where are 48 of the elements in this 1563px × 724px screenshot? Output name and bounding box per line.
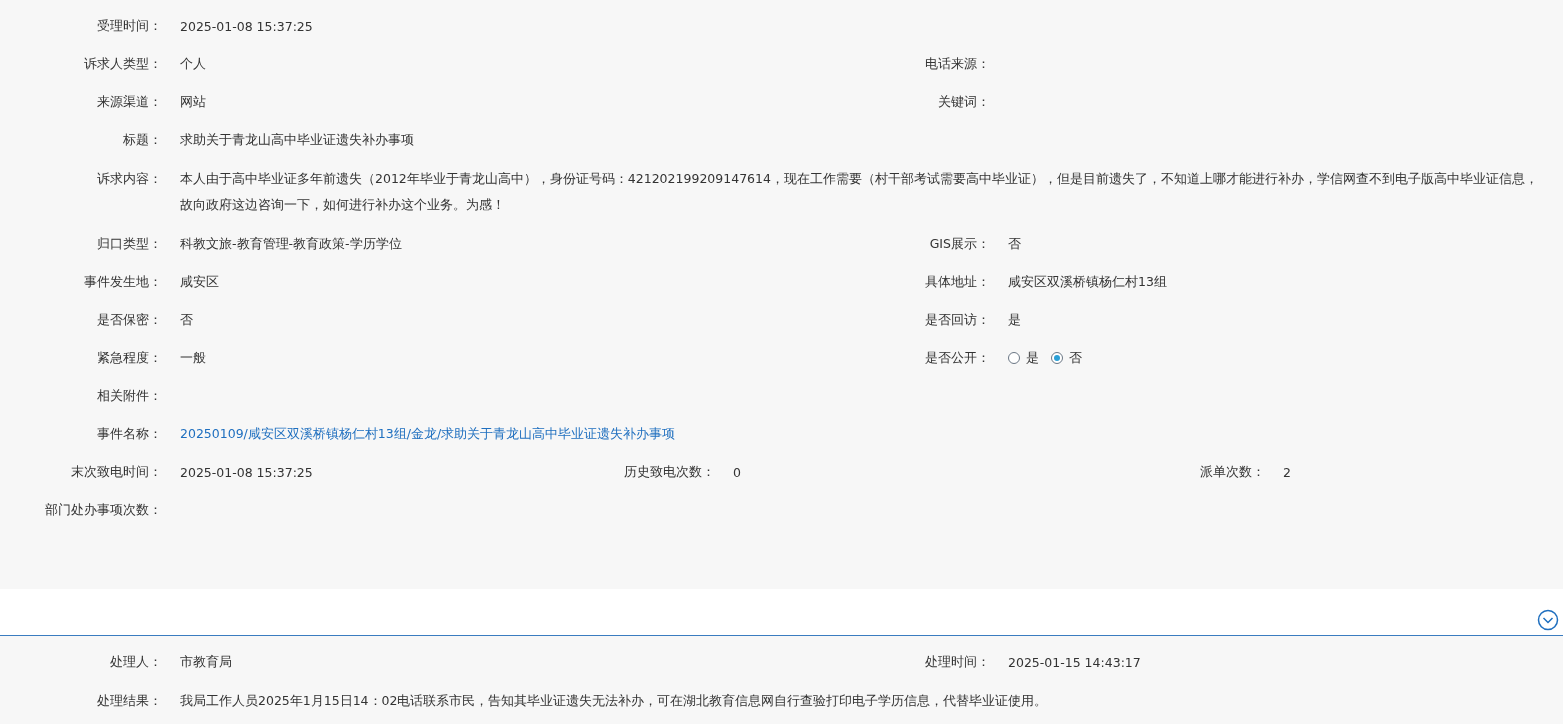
field-label: 诉求内容： <box>97 170 162 188</box>
field-label: 是否回访： <box>925 311 990 329</box>
field-value: 本人由于高中毕业证多年前遗失（2012年毕业于青龙山高中），身份证号码：421202199209147614，现在工作需要（村干部考试需要高中毕业证），但是目前遗失了，不知道上哪才能进行补办，学信网查不到电子版高中毕业证信息，故向政府这边咨询一下，如何进行补办这个业务。为感！ <box>179 170 1539 214</box>
field-value: 我局工作人员2025年1月15日14：02电话联系市民，告知其毕业证遗失无法补办，可在湖北教育信息网自行查验打印电子学历信息，代替毕业证使用。 <box>179 692 1049 710</box>
field-label: 事件发生地： <box>84 273 162 291</box>
field-value: 2025-01-15 14:43:17 <box>1007 654 1141 670</box>
field-label: 末次致电时间： <box>71 463 162 481</box>
field-label: 归口类型： <box>97 235 162 253</box>
field-label: GIS展示： <box>929 235 990 253</box>
field-label: 事件名称： <box>97 425 162 443</box>
field-value: 2 <box>1282 464 1291 480</box>
field-label: 具体地址： <box>925 273 990 291</box>
field-label: 标题： <box>123 131 162 149</box>
radio-label: 否 <box>1069 349 1082 367</box>
field-value: 咸安区双溪桥镇杨仁村13组 <box>1007 273 1167 291</box>
field-label: 紧急程度： <box>97 349 162 367</box>
field-label: 历史致电次数： <box>624 463 715 481</box>
field-label: 处理人： <box>110 653 162 671</box>
collapse-chevron-icon[interactable] <box>1537 609 1559 631</box>
radio-label: 是 <box>1026 349 1039 367</box>
field-label: 相关附件： <box>97 387 162 405</box>
radio-button[interactable] <box>1008 352 1020 364</box>
radio-button[interactable] <box>1051 352 1063 364</box>
field-value: 市教育局 <box>179 653 232 671</box>
field-value: 科教文旅-教育管理-教育政策-学历学位 <box>179 235 402 253</box>
field-label: 处理结果： <box>97 692 162 710</box>
field-value: 否 <box>179 311 193 329</box>
field-value: 2025-01-08 15:37:25 <box>179 464 313 480</box>
field-label: 是否保密： <box>97 311 162 329</box>
field-label: 电话来源： <box>925 55 990 73</box>
field-value: 0 <box>732 464 741 480</box>
field-value: 2025-01-08 15:37:25 <box>179 18 313 34</box>
event-link[interactable]: 20250109/咸安区双溪桥镇杨仁村13组/金龙/求助关于青龙山高中毕业证遗失补办事项 <box>180 425 676 443</box>
field-label: 关键词： <box>938 93 990 111</box>
field-label: 受理时间： <box>97 17 162 35</box>
field-value: 个人 <box>179 55 206 73</box>
field-value: 求助关于青龙山高中毕业证遗失补办事项 <box>179 131 414 149</box>
field-label: 处理时间： <box>925 653 990 671</box>
field-value: 是 <box>1007 311 1021 329</box>
field-label: 诉求人类型： <box>84 55 162 73</box>
field-label: 派单次数： <box>1200 463 1265 481</box>
field-value: 咸安区 <box>179 273 219 291</box>
field-value: 一般 <box>179 349 206 367</box>
field-value: 网站 <box>179 93 206 111</box>
field-label: 来源渠道： <box>97 93 162 111</box>
field-label: 是否公开： <box>925 349 990 367</box>
field-value: 否 <box>1007 235 1021 253</box>
field-label: 部门处办事项次数： <box>45 501 162 519</box>
